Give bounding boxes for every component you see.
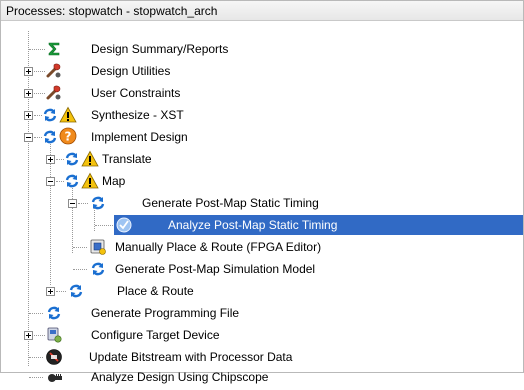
tree-item-generate-post-map-simulation-model[interactable]: Generate Post-Map Simulation Model — [1, 258, 523, 280]
chipscope-icon — [45, 369, 63, 387]
tree-item-place-route[interactable]: Place & Route — [1, 280, 523, 302]
tree-item-label: Manually Place & Route (FPGA Editor) — [115, 240, 322, 254]
tree-item-label: Synthesize - XST — [91, 108, 184, 122]
tree-item-design-summary[interactable]: Design Summary/Reports — [1, 38, 523, 60]
collapse-button[interactable] — [68, 199, 77, 208]
warning-icon — [81, 172, 99, 190]
expand-button[interactable] — [24, 67, 33, 76]
device-icon — [45, 326, 63, 344]
processes-panel: Processes: stopwatch - stopwatch_arch De… — [0, 0, 524, 384]
tree-item-label: Map — [102, 174, 126, 188]
tree-item-design-utilities[interactable]: Design Utilities — [1, 60, 523, 82]
tree-connector — [78, 203, 88, 204]
collapse-button[interactable] — [24, 133, 33, 142]
expand-button[interactable] — [24, 111, 33, 120]
tree-item-analyze-design-chipscope[interactable]: Analyze Design Using Chipscope — [1, 366, 523, 388]
tree-item-synthesize-xst[interactable]: Synthesize - XST — [1, 104, 523, 126]
warning-icon — [59, 106, 77, 124]
tree-connector — [29, 377, 43, 378]
tree-connector — [29, 49, 45, 50]
sigma-icon — [45, 40, 63, 58]
analyze-icon — [115, 216, 133, 234]
refresh-icon — [41, 106, 59, 124]
tree-item-label: Generate Post-Map Simulation Model — [115, 262, 316, 276]
tree-item-label: Design Utilities — [91, 64, 171, 78]
tree-item-label: Translate — [102, 152, 152, 166]
tree-item-configure-target-device[interactable]: Configure Target Device — [1, 324, 523, 346]
tree-item-translate[interactable]: Translate — [1, 148, 523, 170]
tree-item-label: Implement Design — [91, 130, 188, 144]
tree-item-user-constraints[interactable]: User Constraints — [1, 82, 523, 104]
tree-item-label: Configure Target Device — [91, 328, 220, 342]
tree-item-implement-design[interactable]: ? Implement Design — [1, 126, 523, 148]
tree-connector — [95, 225, 113, 226]
expand-button[interactable] — [46, 155, 55, 164]
process-tree: Design Summary/Reports Design Utilities — [1, 31, 523, 384]
tree-connector — [56, 291, 66, 292]
bitstream-icon — [45, 348, 63, 366]
collapse-button[interactable] — [46, 177, 55, 186]
tree-connector — [34, 71, 45, 72]
panel-title: Processes: stopwatch - stopwatch_arch — [1, 1, 523, 21]
tree-connector — [34, 93, 45, 94]
tree-item-label: Update Bitstream with Processor Data — [89, 350, 293, 364]
tree-connector — [73, 269, 87, 270]
tree-item-label: Generate Programming File — [91, 306, 240, 320]
tree-item-manually-place-route[interactable]: Manually Place & Route (FPGA Editor) — [1, 236, 523, 258]
tree-item-label: User Constraints — [91, 86, 181, 100]
expand-button[interactable] — [24, 89, 33, 98]
refresh-icon — [89, 260, 107, 278]
tree-connector — [73, 247, 87, 248]
fpga-editor-icon — [89, 238, 107, 256]
refresh-icon — [63, 150, 81, 168]
tree-connector — [29, 313, 43, 314]
tree-item-label: Generate Post-Map Static Timing — [142, 196, 319, 210]
tools-icon — [45, 62, 63, 80]
tree-item-analyze-post-map-static-timing[interactable]: Analyze Post-Map Static Timing — [1, 214, 523, 236]
tree-item-generate-programming-file[interactable]: Generate Programming File — [1, 302, 523, 324]
tree-item-map[interactable]: Map — [1, 170, 523, 192]
refresh-icon — [41, 128, 59, 146]
tree-connector — [34, 335, 45, 336]
tree-item-generate-post-map-static-timing[interactable]: Generate Post-Map Static Timing — [1, 192, 523, 214]
question-icon: ? — [59, 127, 77, 145]
tree-item-label: Analyze Post-Map Static Timing — [168, 218, 338, 232]
tree-item-label: Design Summary/Reports — [91, 42, 229, 56]
refresh-icon — [45, 304, 63, 322]
refresh-icon — [89, 194, 107, 212]
tree-connector — [29, 357, 43, 358]
tools-icon — [45, 84, 63, 102]
tree-item-label: Analyze Design Using Chipscope — [91, 370, 269, 384]
warning-icon — [81, 150, 99, 168]
svg-text:?: ? — [65, 130, 72, 144]
refresh-icon — [67, 282, 85, 300]
expand-button[interactable] — [46, 287, 55, 296]
expand-button[interactable] — [24, 331, 33, 340]
tree-item-label: Place & Route — [117, 284, 194, 298]
tree-item-update-bitstream[interactable]: Update Bitstream with Processor Data — [1, 346, 523, 368]
refresh-icon — [63, 172, 81, 190]
